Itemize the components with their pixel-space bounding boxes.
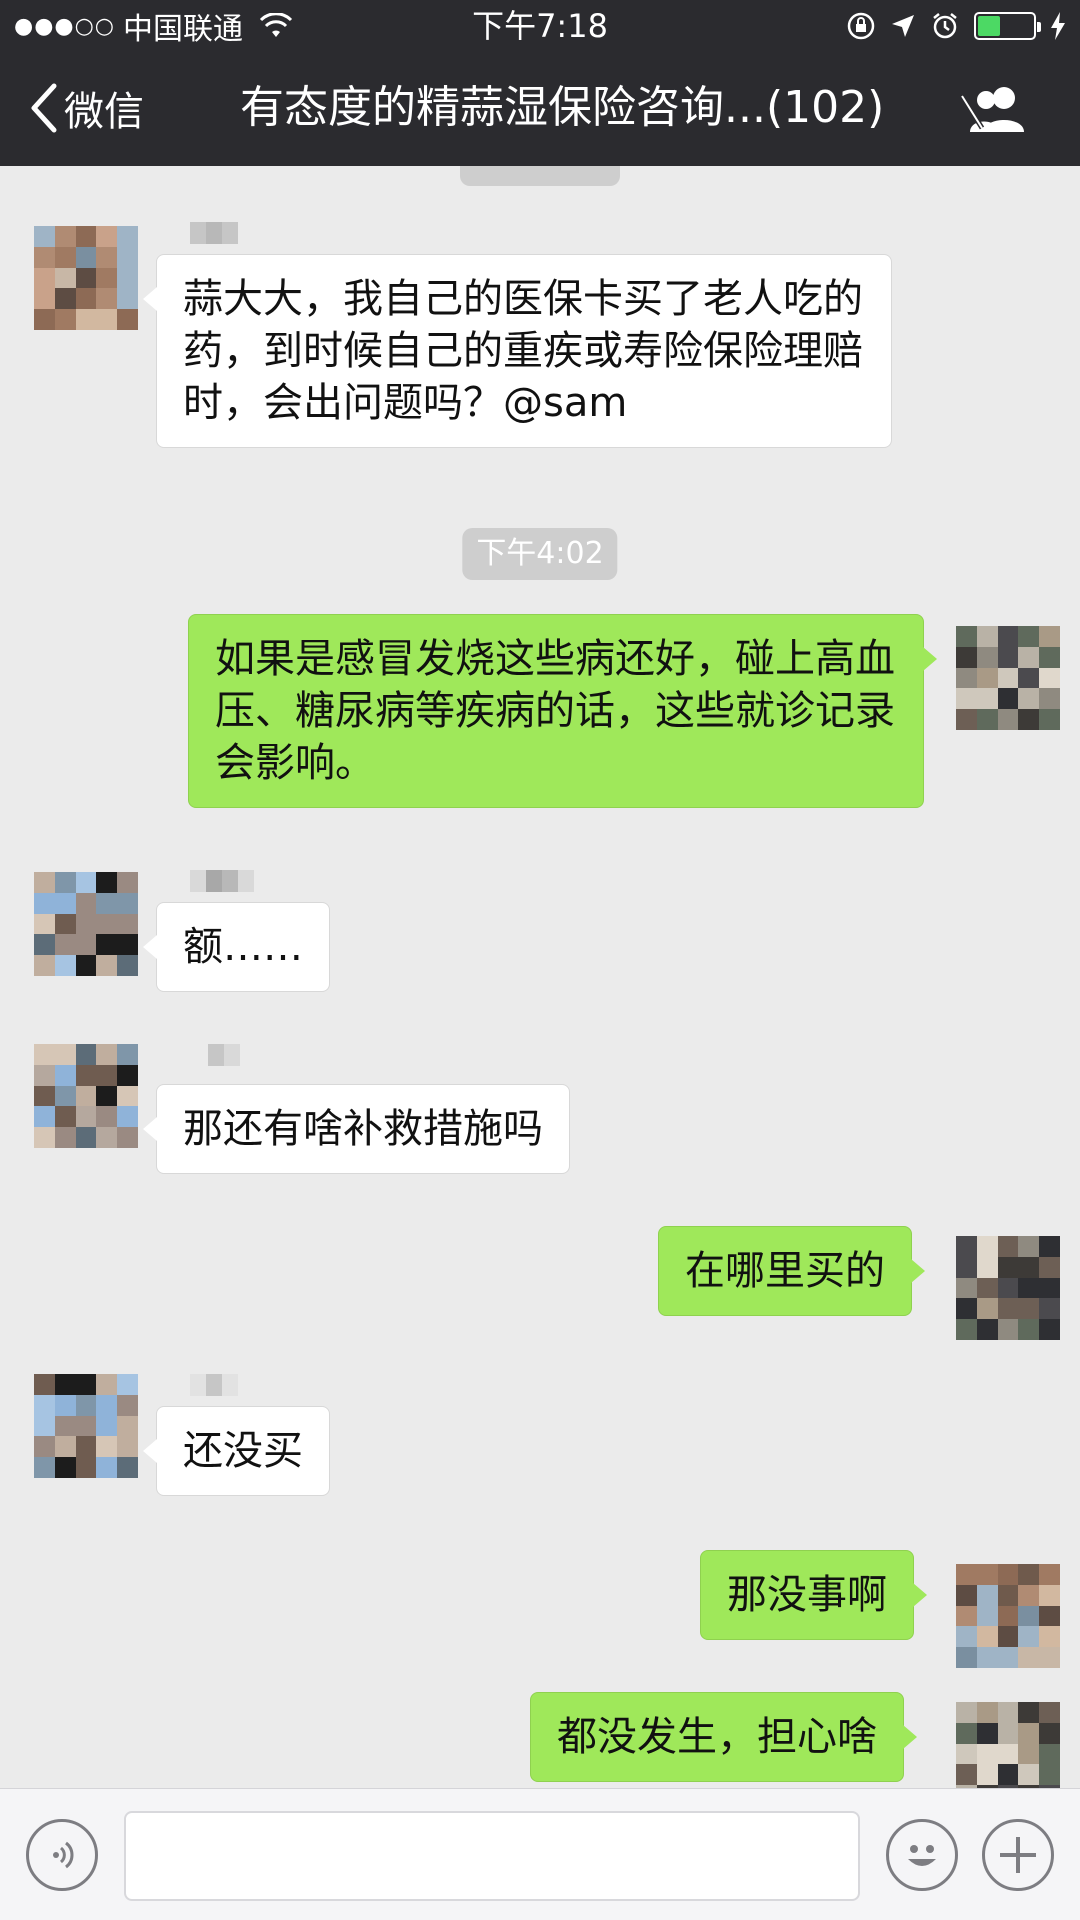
sender-name [208,1044,240,1066]
message-bubble-outgoing[interactable]: 如果是感冒发烧这些病还好，碰上高血压、糖尿病等疾病的话，这些就诊记录会影响。 [188,614,937,808]
message-bubble-outgoing[interactable]: 那没事啊 [700,1550,927,1640]
location-icon [892,15,914,37]
sender-name [190,870,254,892]
input-bar [0,1788,1080,1920]
chat-title: 有态度的精蒜湿保险咨询...(102) [240,82,885,133]
message-text: 如果是感冒发烧这些病还好，碰上高血压、糖尿病等疾病的话，这些就诊记录会影响。 [215,636,895,786]
message-bubble-outgoing[interactable]: 都没发生，担心啥 [530,1692,917,1782]
message-text: 还没买 [183,1428,303,1474]
orientation-lock-icon [847,12,875,40]
sender-name [190,1374,238,1396]
emoji-button[interactable] [886,1819,958,1891]
message-bubble-incoming[interactable]: 那还有啥补救措施吗 [143,1084,570,1174]
more-button[interactable] [982,1819,1054,1891]
group-members-icon [959,87,1024,132]
message-text: 都没发生，担心啥 [557,1714,877,1760]
my-avatar[interactable] [956,1564,1060,1668]
back-label: 微信 [64,89,144,135]
timestamp-partial [460,166,620,186]
message-text: 那没事啊 [727,1572,887,1618]
chat-area[interactable]: 蒜大大，我自己的医保卡买了老人吃的药，到时候自己的重疾或寿险保险理赔时，会出问题… [0,166,1080,1788]
my-avatar[interactable] [956,1702,1060,1788]
charging-icon [1051,12,1065,40]
status-right [846,6,1066,46]
message-text: 那还有啥补救措施吗 [183,1106,543,1152]
message-bubble-incoming[interactable]: 蒜大大，我自己的医保卡买了老人吃的药，到时候自己的重疾或寿险保险理赔时，会出问题… [143,254,892,448]
voice-button[interactable] [26,1819,98,1891]
timestamp: 下午4:02 [462,528,618,580]
avatar[interactable] [34,872,138,976]
message-text: 额…… [183,924,303,970]
voice-icon [53,1841,74,1869]
chevron-left-icon [31,83,57,133]
avatar[interactable] [34,226,138,330]
message-text: 蒜大大，我自己的医保卡买了老人吃的药，到时候自己的重疾或寿险保险理赔时，会出问题… [183,276,863,426]
chat-header: 微信 有态度的精蒜湿保险咨询...(102) [0,52,1080,166]
message-bubble-outgoing[interactable]: 在哪里买的 [658,1226,925,1316]
my-avatar[interactable] [956,626,1060,730]
group-info-button[interactable] [956,82,1036,138]
message-bubble-incoming[interactable]: 还没买 [143,1406,330,1496]
battery-level [978,16,1000,36]
my-avatar[interactable] [956,1236,1060,1340]
emoji-icon [908,1845,936,1866]
message-bubble-incoming[interactable]: 额…… [143,902,330,992]
avatar[interactable] [34,1374,138,1478]
plus-icon [1000,1837,1036,1873]
battery-icon [974,12,1041,40]
alarm-icon [933,13,957,39]
status-bar: ●●●○○ 中国联通 下午7:18 [0,0,1080,52]
sender-name [190,222,238,244]
message-input[interactable] [124,1811,860,1901]
avatar[interactable] [34,1044,138,1148]
message-text: 在哪里买的 [685,1248,885,1294]
back-button[interactable]: 微信 [28,78,144,138]
